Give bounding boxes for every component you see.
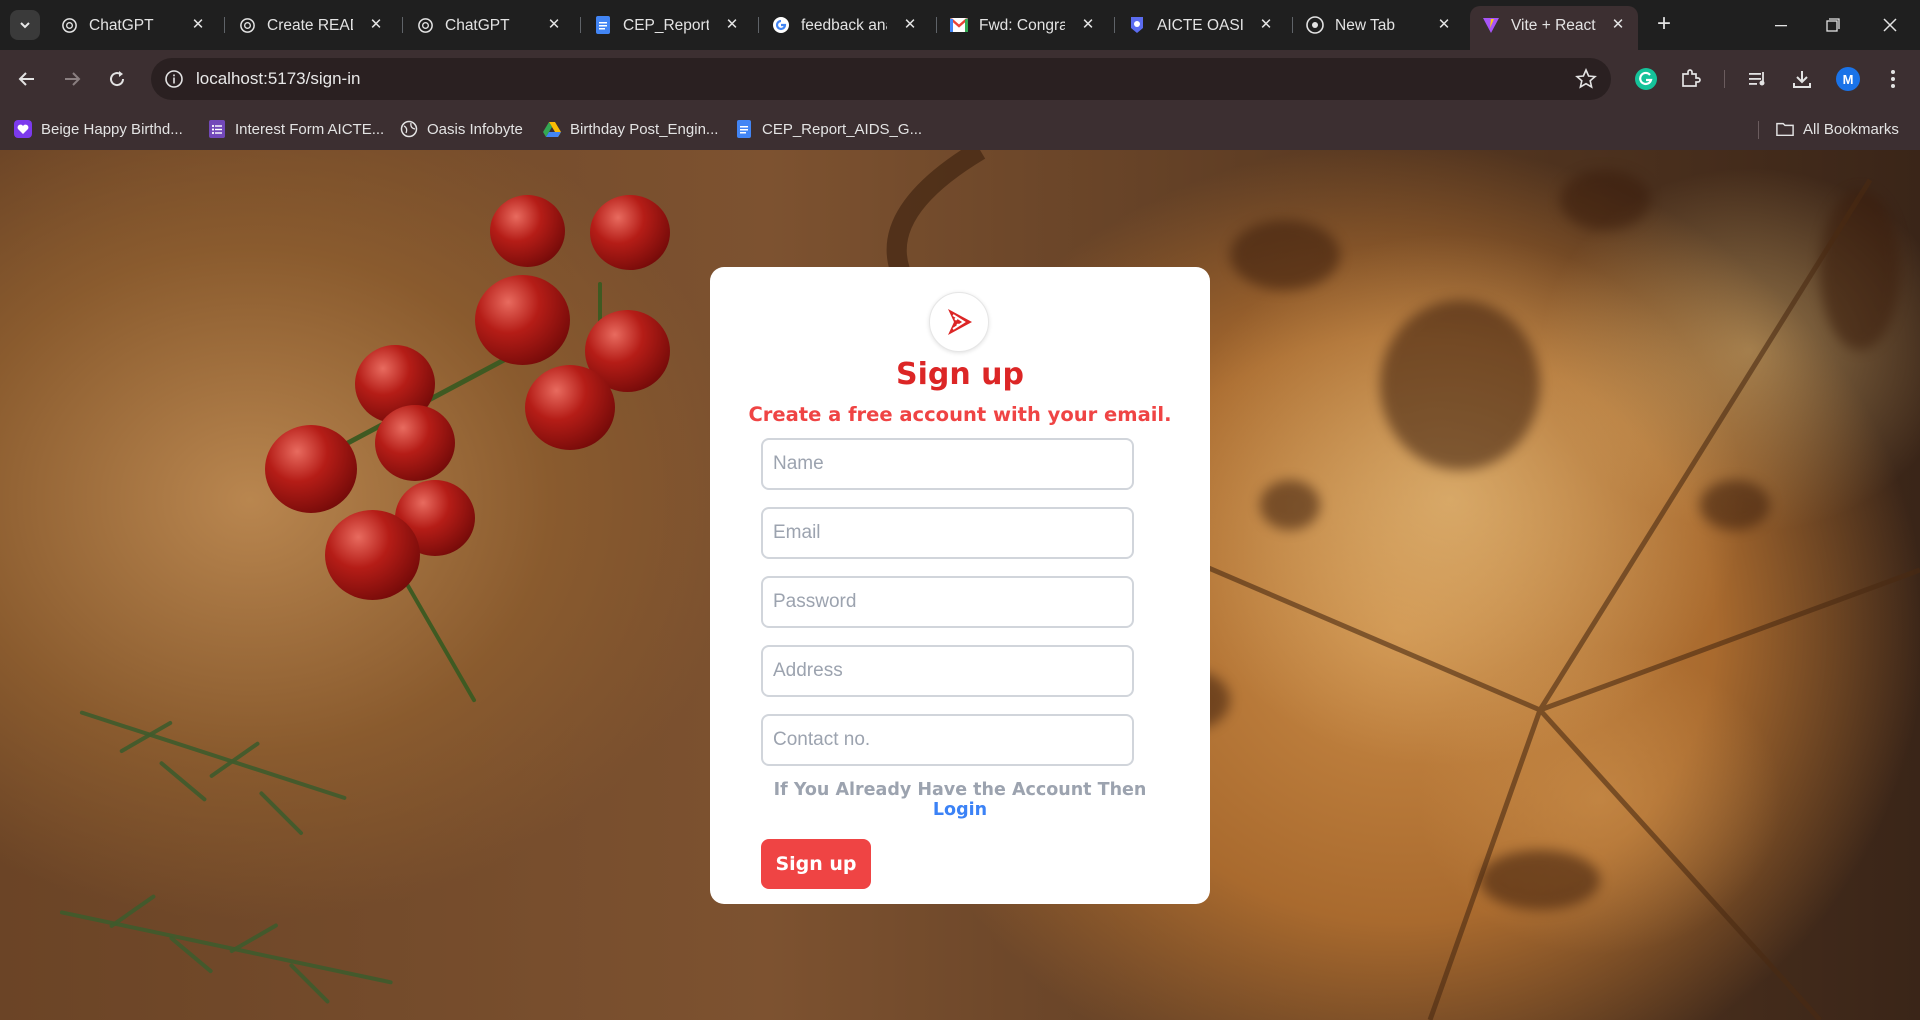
canva-heart-icon (14, 120, 32, 138)
forward-arrow-icon[interactable] (58, 65, 86, 93)
media-controls-icon[interactable] (1745, 66, 1771, 92)
menu-kebab-icon[interactable] (1880, 66, 1906, 92)
tab-title: CEP_Report_/ (623, 17, 709, 34)
back-arrow-icon[interactable] (13, 65, 41, 93)
chrome-icon (1306, 16, 1324, 34)
bookmarks-bar: Beige Happy Birthd... Interest Form AICT… (0, 108, 1920, 150)
email-input[interactable] (761, 507, 1134, 559)
tab-separator (580, 17, 581, 33)
google-docs-icon (594, 16, 612, 34)
downloads-icon[interactable] (1789, 66, 1815, 92)
tab-separator (402, 17, 403, 33)
tab-separator (758, 17, 759, 33)
bookmarks-divider (1758, 121, 1759, 139)
grammarly-icon[interactable] (1633, 66, 1659, 92)
tab-new-tab[interactable]: New Tab ✕ (1294, 8, 1460, 42)
close-tab-icon[interactable]: ✕ (366, 14, 386, 34)
tab-title: feedback ana (801, 17, 887, 34)
chatgpt-icon (60, 16, 78, 34)
page-viewport: Sign up Create a free account with your … (0, 150, 1920, 1020)
bookmark-interest-form[interactable]: Interest Form AICTE... (208, 118, 384, 140)
tab-title: Vite + React (1511, 17, 1596, 34)
bookmark-label: Birthday Post_Engin... (570, 120, 719, 138)
tab-separator (1114, 17, 1115, 33)
tab-title: ChatGPT (89, 17, 154, 34)
google-forms-icon (208, 120, 226, 138)
bookmark-birthday-post[interactable]: Birthday Post_Engin... (543, 118, 718, 140)
minimize-icon[interactable] (1768, 12, 1794, 38)
bookmark-label: Beige Happy Birthd... (41, 120, 183, 138)
google-drive-icon (543, 120, 561, 138)
name-input[interactable] (761, 438, 1134, 490)
globe-icon (400, 120, 418, 138)
tab-aicte-oasis[interactable]: AICTE OASIS ✕ (1116, 8, 1282, 42)
close-window-icon[interactable] (1877, 12, 1903, 38)
restore-icon[interactable] (1820, 12, 1846, 38)
close-tab-icon[interactable]: ✕ (900, 14, 920, 34)
close-tab-icon[interactable]: ✕ (188, 14, 208, 34)
bookmark-label: CEP_Report_AIDS_G... (762, 120, 923, 138)
login-prompt-text: If You Already Have the Account Then (773, 780, 1147, 800)
gmail-icon (950, 16, 968, 34)
tab-title: Create READ (267, 17, 353, 34)
close-tab-icon[interactable]: ✕ (544, 14, 564, 34)
tab-search-chevron-icon[interactable] (10, 10, 40, 40)
chatgpt-icon (238, 16, 256, 34)
bookmark-oasis-infobyte[interactable]: Oasis Infobyte (400, 118, 523, 140)
reload-icon[interactable] (103, 65, 131, 93)
toolbar-divider (1724, 70, 1725, 88)
tab-chatgpt-1[interactable]: ChatGPT ✕ (48, 8, 214, 42)
tab-strip: ChatGPT ✕ Create READ ✕ ChatGPT ✕ CEP_Re… (0, 0, 1920, 50)
bookmark-cep-report[interactable]: CEP_Report_AIDS_G... (735, 118, 922, 140)
tab-separator (224, 17, 225, 33)
all-bookmarks-button[interactable]: All Bookmarks (1776, 118, 1899, 140)
google-docs-icon (735, 120, 753, 138)
bookmark-label: Oasis Infobyte (427, 120, 523, 138)
close-tab-icon[interactable]: ✕ (1434, 14, 1454, 34)
profile-avatar[interactable]: M (1836, 67, 1860, 91)
login-link[interactable]: Login (933, 800, 987, 820)
close-tab-icon[interactable]: ✕ (722, 14, 742, 34)
login-prompt: If You Already Have the Account Then Log… (770, 780, 1150, 820)
bookmark-star-icon[interactable] (1575, 67, 1597, 90)
tab-separator (936, 17, 937, 33)
tab-title: Fwd: Congrat (979, 17, 1065, 34)
tab-cep-report[interactable]: CEP_Report_/ ✕ (582, 8, 748, 42)
chatgpt-icon (416, 16, 434, 34)
close-tab-icon[interactable]: ✕ (1256, 14, 1276, 34)
browser-toolbar: localhost:5173/sign-in M (0, 50, 1920, 108)
url-text[interactable]: localhost:5173/sign-in (196, 69, 360, 89)
bookmark-label: Interest Form AICTE... (235, 120, 385, 138)
address-bar[interactable]: localhost:5173/sign-in (151, 58, 1611, 100)
app-logo-icon (929, 292, 989, 352)
tab-chatgpt-2[interactable]: ChatGPT ✕ (404, 8, 570, 42)
folder-icon (1776, 120, 1794, 138)
tab-gmail[interactable]: Fwd: Congrat ✕ (938, 8, 1104, 42)
extensions-puzzle-icon[interactable] (1677, 66, 1703, 92)
signup-subtitle: Create a free account with your email. (748, 403, 1172, 426)
site-info-icon[interactable] (164, 69, 184, 89)
signup-button[interactable]: Sign up (761, 839, 871, 889)
google-icon (772, 16, 790, 34)
password-input[interactable] (761, 576, 1134, 628)
bookmark-beige-happy-birthday[interactable]: Beige Happy Birthd... (14, 118, 183, 140)
all-bookmarks-label: All Bookmarks (1803, 120, 1899, 138)
aicte-icon (1128, 16, 1146, 34)
tab-vite-react[interactable]: Vite + React ✕ (1470, 6, 1638, 50)
tab-feedback-analysis[interactable]: feedback ana ✕ (760, 8, 926, 42)
tab-title: AICTE OASIS (1157, 17, 1243, 34)
signup-card: Sign up Create a free account with your … (710, 267, 1210, 904)
address-input[interactable] (761, 645, 1134, 697)
new-tab-button[interactable]: + (1651, 11, 1677, 37)
signup-title: Sign up (896, 357, 1024, 392)
vite-icon (1482, 16, 1500, 34)
contact-input[interactable] (761, 714, 1134, 766)
tab-separator (1292, 17, 1293, 33)
tab-create-readme[interactable]: Create READ ✕ (226, 8, 392, 42)
tab-title: New Tab (1335, 17, 1396, 34)
close-tab-icon[interactable]: ✕ (1608, 14, 1628, 34)
close-tab-icon[interactable]: ✕ (1078, 14, 1098, 34)
tab-title: ChatGPT (445, 17, 510, 34)
